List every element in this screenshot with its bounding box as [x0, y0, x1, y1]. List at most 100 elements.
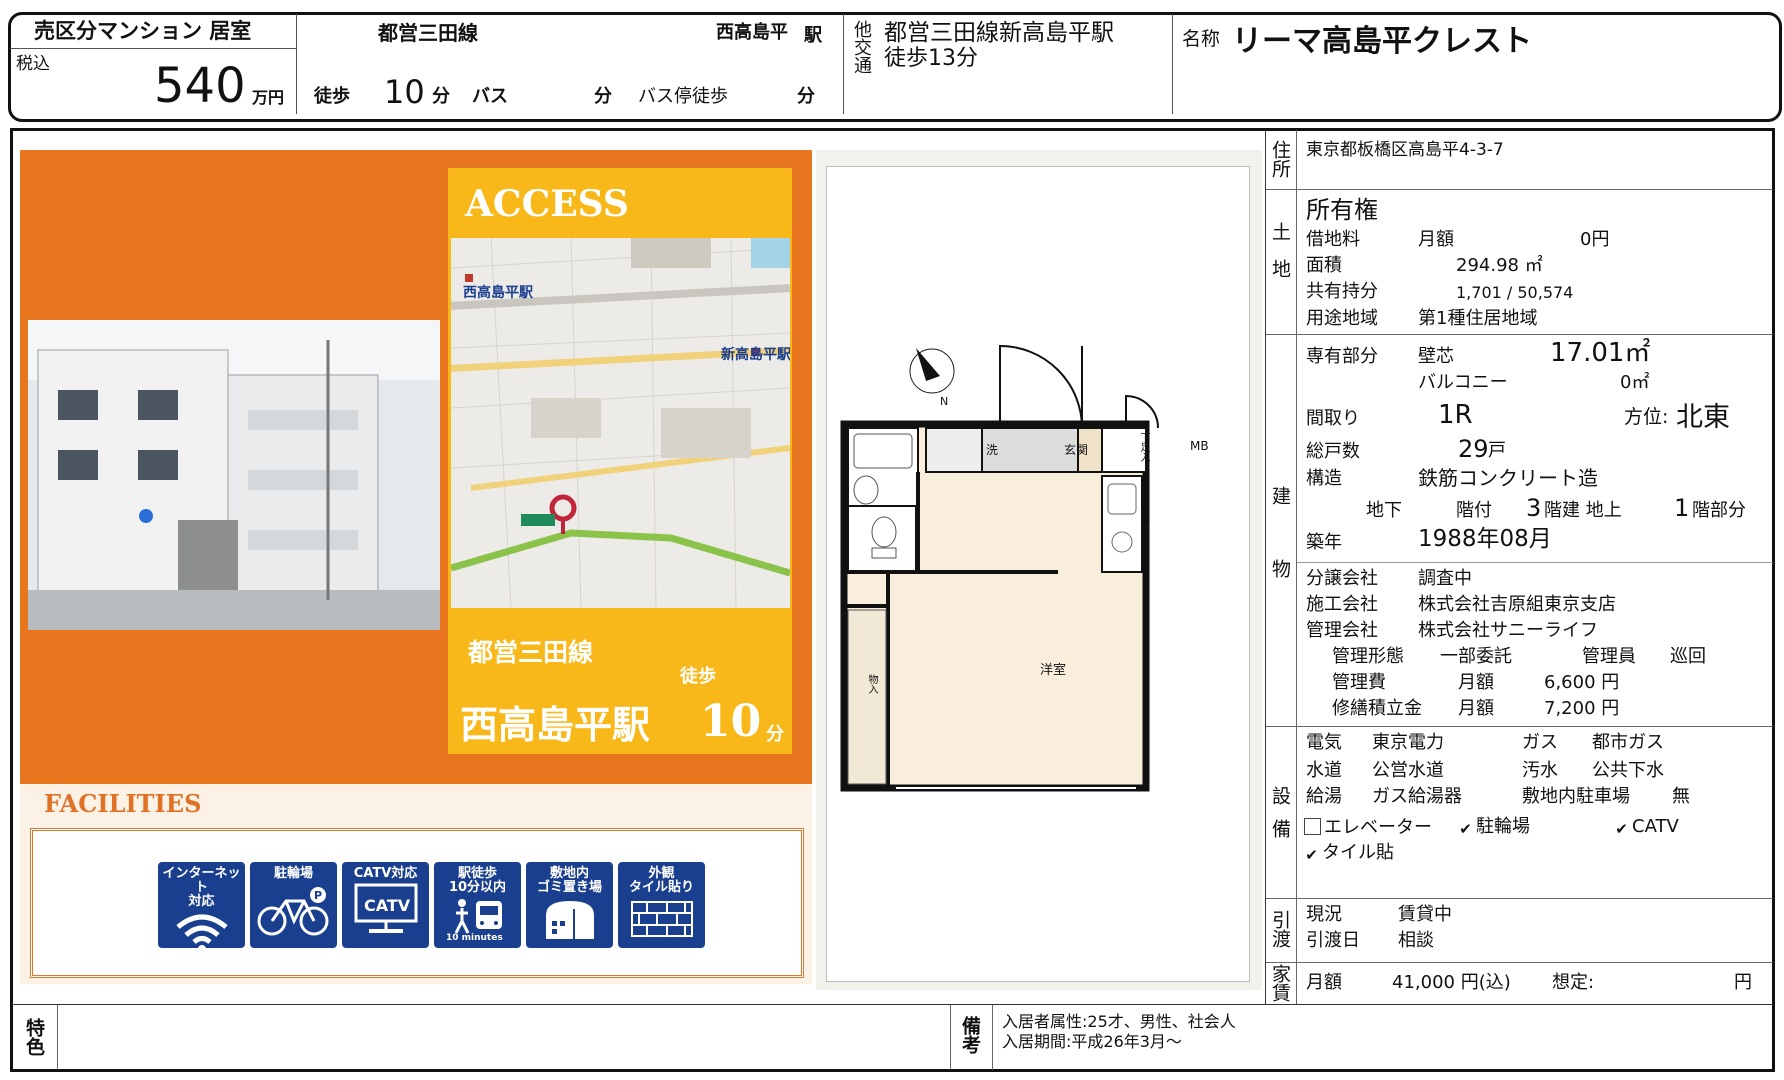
- access-walk: 徒歩: [680, 666, 716, 687]
- builder-label: 施工会社: [1306, 594, 1378, 615]
- note-line2: 入居期間:平成26年3月～: [1002, 1032, 1182, 1051]
- spec-divider: [1265, 130, 1266, 1004]
- building-photo: [28, 320, 440, 630]
- repair-label: 修繕積立金: [1332, 698, 1422, 719]
- wall-value: 17.01㎡: [1550, 338, 1651, 368]
- mgmt-fee-month: 月額: [1458, 672, 1494, 693]
- walk-minutes: 10: [384, 73, 425, 111]
- access-map: 西高島平駅 新高島平駅: [451, 238, 790, 608]
- land-lease-value: 0円: [1580, 229, 1610, 250]
- handover-label: 引渡: [1269, 910, 1291, 948]
- features-label: 特色: [23, 1018, 45, 1056]
- electric-label: 電気: [1306, 732, 1342, 753]
- bus-min-unit: 分: [594, 86, 612, 107]
- repair-month: 月額: [1458, 698, 1494, 719]
- name-label: 名称: [1182, 28, 1221, 50]
- floor-unit-label: 階部分: [1692, 500, 1746, 521]
- rent-assumed-unit: 円: [1734, 972, 1752, 993]
- checkbox-catv[interactable]: ✔: [1614, 822, 1629, 837]
- rent-assumed-label: 想定:: [1552, 972, 1595, 993]
- structure-value: 鉄筋コンクリート造: [1418, 466, 1598, 490]
- header-divider: [843, 14, 844, 114]
- handover-date-value: 相談: [1398, 930, 1434, 951]
- check-catv: ✔ CATV: [1614, 816, 1679, 838]
- sewage-label: 汚水: [1522, 760, 1558, 781]
- gas-label: ガス: [1522, 732, 1558, 753]
- check-bicycle-parking: ✔ 駐輪場: [1458, 816, 1530, 838]
- mgmt-staff-label: 管理員: [1582, 646, 1636, 667]
- floors-total: 3: [1526, 494, 1542, 522]
- row-divider: [1266, 726, 1773, 727]
- bus-stop-label: バス停徒歩: [638, 86, 728, 107]
- footer-divider: [950, 1005, 951, 1070]
- land-label: 土地: [1269, 222, 1291, 296]
- floorplan-drawing: [840, 344, 1159, 792]
- floorplan-mb: MB: [1190, 439, 1209, 453]
- facility-station-walk: 駅徒歩 10分以内 10 minutes: [434, 862, 521, 948]
- repair-value: 7,200 円: [1544, 698, 1620, 719]
- building-label: 建物: [1269, 486, 1291, 632]
- header-divider: [1172, 14, 1173, 114]
- property-name: リーマ高島平クレスト: [1232, 24, 1532, 59]
- address-value: 東京都板橋区高島平4-3-7: [1306, 140, 1504, 160]
- balcony-value: 0㎡: [1620, 372, 1650, 393]
- station-name: 西高島平: [716, 22, 788, 43]
- land-lease-label: 借地料: [1306, 229, 1360, 250]
- status-label: 現況: [1306, 904, 1342, 925]
- floorplan-closet: 物入: [866, 674, 877, 694]
- water-label: 水道: [1306, 760, 1342, 781]
- row-divider: [1296, 562, 1773, 563]
- mgmt-fee-value: 6,600 円: [1544, 672, 1620, 693]
- structure-label: 構造: [1306, 468, 1342, 489]
- station-unit: 駅: [804, 25, 822, 46]
- garbage-icon: [545, 901, 594, 939]
- label-column-divider: [1296, 130, 1297, 1004]
- mgmt-form-label: 管理形態: [1332, 646, 1404, 667]
- footer-divider: [57, 1005, 58, 1070]
- bus-stop-unit: 分: [797, 86, 815, 107]
- gas-value: 都市ガス: [1592, 732, 1664, 753]
- access-line: 都営三田線: [468, 638, 594, 667]
- checkbox-tile[interactable]: ✔: [1304, 848, 1319, 863]
- header-divider: [296, 14, 297, 114]
- rent-month-label: 月額: [1306, 972, 1342, 993]
- parking-value: 無: [1672, 786, 1690, 807]
- note-line1: 入居者属性:25才、男性、社会人: [1002, 1012, 1236, 1031]
- facility-garbage: 敷地内 ゴミ置き場: [526, 862, 613, 948]
- check-tile: ✔ タイル貼: [1304, 842, 1394, 864]
- facility-bicycle: 駐輪場 P: [250, 862, 337, 948]
- access-station: 西高島平駅: [460, 702, 651, 747]
- map-station-west: 西高島平駅: [463, 285, 533, 301]
- land-area-value: 294.98 ㎡: [1456, 255, 1543, 276]
- facility-catv: CATV対応 CATV: [342, 862, 429, 948]
- checkbox-bicycle-parking[interactable]: ✔: [1458, 822, 1473, 837]
- notes-label: 備考: [959, 1016, 981, 1054]
- private-area-label: 専有部分: [1306, 346, 1378, 367]
- parking-label: 敷地内駐車場: [1522, 786, 1630, 807]
- rent-value: 41,000 円(込): [1392, 972, 1511, 993]
- land-zone-label: 用途地域: [1306, 308, 1378, 329]
- map-station-new: 新高島平駅: [721, 347, 790, 363]
- floorplan-entrance: 玄関: [1064, 443, 1089, 457]
- builder-value: 株式会社吉原組東京支店: [1418, 594, 1616, 615]
- checkbox-elevator[interactable]: [1304, 818, 1321, 835]
- floors-label: 階建 地上: [1544, 500, 1622, 521]
- row-divider: [1266, 962, 1773, 963]
- mgmt-form-value: 一部委託: [1440, 646, 1512, 667]
- row-divider: [1266, 189, 1773, 190]
- header-divider: [10, 48, 296, 49]
- hotwater-label: 給湯: [1306, 786, 1342, 807]
- property-type: 売区分マンション 居室: [34, 19, 252, 43]
- wall-label: 壁芯: [1418, 346, 1454, 367]
- built-value: 1988年08月: [1418, 526, 1552, 552]
- mgmt-staff-value: 巡回: [1670, 646, 1706, 667]
- rent-label: 家賃: [1269, 964, 1291, 1002]
- access-minutes: 10: [700, 696, 762, 747]
- manager-value: 株式会社サニーライフ: [1418, 620, 1598, 641]
- units-value: 29: [1458, 435, 1489, 463]
- facility-tile: 外観 タイル貼り: [618, 862, 705, 948]
- svg-text:P: P: [314, 889, 322, 902]
- layout-label: 間取り: [1306, 408, 1360, 429]
- line-name: 都営三田線: [378, 21, 478, 45]
- manager-label: 管理会社: [1306, 620, 1378, 641]
